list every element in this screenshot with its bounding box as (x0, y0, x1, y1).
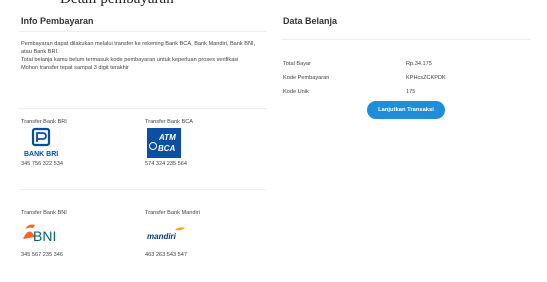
order-summary-panel: Data Belanja Total Bayar Rp.34.175 Kode … (281, 14, 533, 119)
instruction-line: Mohon transfer tepat sampai 3 digit tera… (21, 65, 129, 71)
summary-label: Kode Unik (283, 89, 309, 95)
bank-account-number: 463 263 543 547 (145, 252, 187, 258)
summary-value: KPHcsZCKPDK (406, 75, 446, 81)
bank-account-number: 345 756 322 534 (21, 161, 63, 167)
bank-name: Transfer Bank Mandiri (145, 210, 200, 216)
payment-info-panel: Info Pembayaran Pembayaran dapat dilakuk… (19, 14, 269, 258)
bank-option-bni[interactable]: Transfer Bank BNI BNI 345 567 235 346 (21, 209, 67, 259)
svg-text:ATM: ATM (158, 133, 176, 142)
bni-logo-icon: BNI (21, 217, 67, 251)
bank-name: Transfer Bank BRI (21, 119, 67, 125)
summary-value: Rp.34.175 (406, 61, 432, 67)
order-summary-table: Total Bayar Rp.34.175 Kode Pembayaran KP… (283, 57, 523, 99)
bank-account-number: 574 324 235 564 (145, 161, 187, 167)
instruction-line: Total belanja kamu belum termasuk kode p… (21, 57, 239, 63)
previous-page-text-fragment: Detail pembayaran (0, 0, 547, 6)
bri-logo-icon: BANK BRI (21, 126, 67, 160)
bank-name: Transfer Bank BNI (21, 210, 67, 216)
summary-value: 175 (406, 89, 416, 95)
divider (19, 31, 267, 32)
summary-label: Kode Pembayaran (283, 75, 330, 81)
bank-option-mandiri[interactable]: Transfer Bank Mandiri mandiri 463 263 54… (145, 209, 200, 259)
summary-label: Total Bayar (283, 61, 311, 67)
mandiri-logo-icon: mandiri (145, 217, 200, 251)
divider (19, 189, 267, 190)
summary-row-unique-code: Kode Unik 175 (283, 85, 523, 99)
bank-option-bri[interactable]: Transfer Bank BRI BANK BRI 345 756 322 5… (21, 118, 67, 168)
divider (19, 108, 267, 109)
instruction-line: Pembayaran dapat dilakukan melalui trans… (21, 41, 256, 55)
payment-info-heading: Info Pembayaran (21, 16, 94, 26)
mandiri-logo-text: mandiri (147, 232, 177, 241)
order-summary-heading: Data Belanja (283, 16, 338, 26)
continue-transaction-button[interactable]: Lanjutkan Transaksi (367, 101, 445, 119)
bca-logo-text: BCA (158, 144, 176, 153)
summary-row-total: Total Bayar Rp.34.175 (283, 57, 523, 71)
payment-instructions: Pembayaran dapat dilakukan melalui trans… (21, 40, 266, 72)
bank-option-bca[interactable]: Transfer Bank BCA ATM BCA 574 324 235 56… (145, 118, 193, 168)
summary-row-payment-code: Kode Pembayaran KPHcsZCKPDK (283, 71, 523, 85)
bri-logo-text: BANK BRI (24, 151, 58, 158)
bank-name: Transfer Bank BCA (145, 119, 193, 125)
divider (281, 39, 531, 40)
bca-logo-icon: ATM BCA (145, 126, 193, 160)
bank-account-number: 345 567 235 346 (21, 252, 63, 258)
bni-logo-text: BNI (33, 228, 56, 244)
